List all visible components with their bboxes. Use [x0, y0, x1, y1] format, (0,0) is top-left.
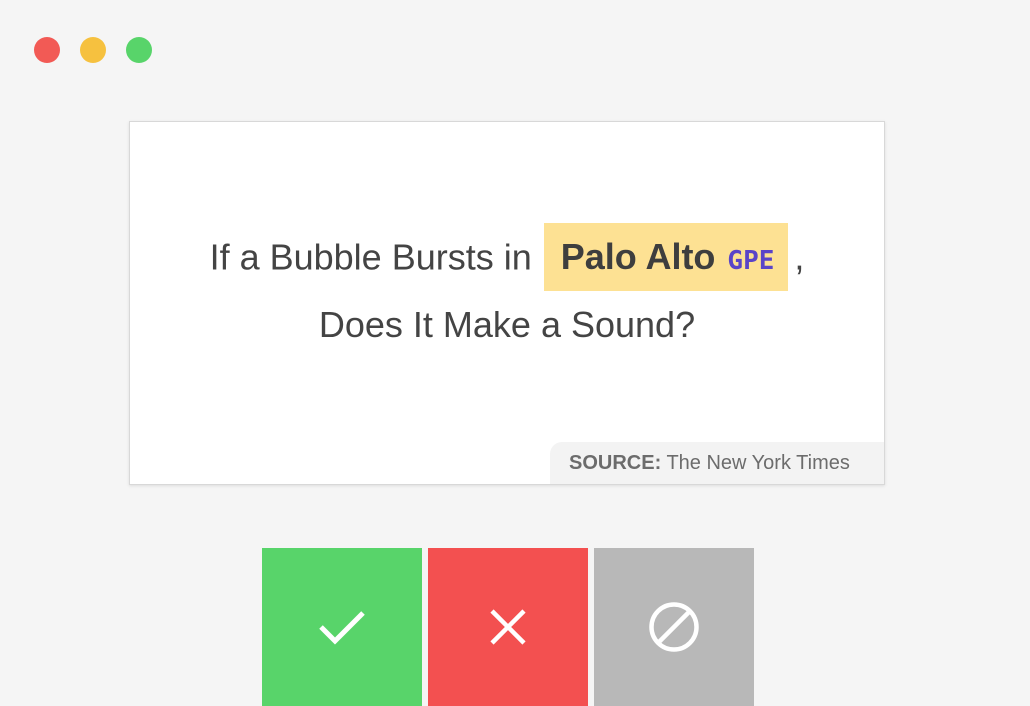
source-meta: SOURCE: The New York Times	[550, 442, 884, 484]
entity-label: GPE	[727, 246, 775, 276]
source-key: SOURCE:	[569, 452, 662, 474]
ignore-button[interactable]	[594, 548, 754, 706]
action-buttons	[262, 548, 754, 706]
window-maximize-button[interactable]	[126, 37, 152, 63]
window-minimize-button[interactable]	[80, 37, 106, 63]
reject-button[interactable]	[428, 548, 588, 706]
annotation-card: If a Bubble Bursts in Palo Alto GPE, Does …	[129, 121, 885, 485]
entity-text: Palo Alto	[560, 236, 716, 277]
accept-button[interactable]	[262, 548, 422, 706]
headline-text-before: If a Bubble Bursts in	[209, 236, 532, 278]
close-icon	[489, 608, 527, 646]
headline-text: If a Bubble Bursts in Palo Alto GPE, Does …	[130, 223, 884, 356]
check-icon	[318, 608, 366, 646]
ban-icon	[648, 601, 700, 653]
headline-comma: ,	[794, 236, 805, 278]
headline-line-2: Does It Make a Sound?	[318, 304, 696, 345]
window-controls	[34, 37, 152, 63]
window-close-button[interactable]	[34, 37, 60, 63]
entity-span[interactable]: Palo Alto GPE	[543, 223, 789, 291]
source-value: The New York Times	[666, 452, 850, 474]
